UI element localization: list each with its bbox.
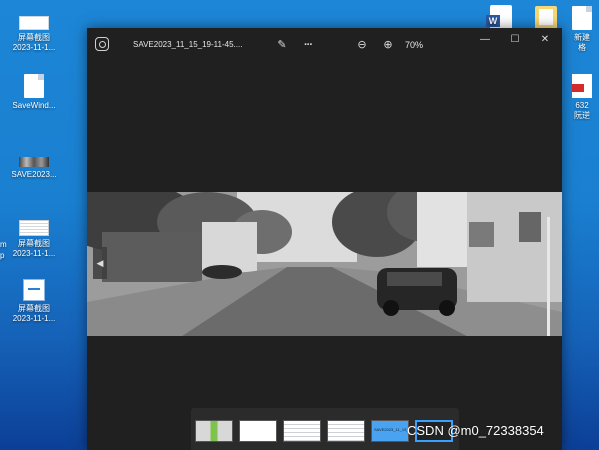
desktop-icon-sublabel: 2023-11-1... xyxy=(12,43,56,52)
desktop-icon-label: SaveWind... xyxy=(12,101,56,110)
window-title: SAVE2023_11_15_19-11-45.... xyxy=(133,40,243,49)
pdf-file-icon xyxy=(572,74,592,98)
desktop-icon-new-item[interactable]: 新建 格 xyxy=(562,6,599,53)
zoom-out-icon[interactable]: ⊖ xyxy=(353,36,371,54)
image-thumbnail-icon xyxy=(19,16,49,30)
minimize-icon[interactable]: — xyxy=(475,33,495,47)
desktop-icon-sublabel: 格 xyxy=(578,43,586,52)
desktop-icon-label: 屏幕截图 xyxy=(18,239,50,248)
desktop-icon-label: SAVE2023... xyxy=(11,170,57,179)
cropped-label: m xyxy=(0,240,7,249)
file-icon xyxy=(572,6,592,30)
file-icon xyxy=(24,74,44,98)
desktop-icon-sublabel: 阮逆 xyxy=(574,111,590,120)
photos-window: SAVE2023_11_15_19-11-45.... ✎ ··· ⊖ ⊕ 70… xyxy=(87,28,562,450)
png-file-icon xyxy=(23,279,45,301)
filmstrip-thumbnail[interactable] xyxy=(327,420,365,442)
desktop-icon-screenshot-3[interactable]: 屏幕截图 2023-11-1... xyxy=(3,279,65,324)
previous-image-icon[interactable]: ◀ xyxy=(93,247,107,279)
street-photo-graphic xyxy=(87,192,562,336)
desktop-icon-label: 屏幕截图 xyxy=(18,33,50,42)
filmstrip-thumbnail[interactable] xyxy=(195,420,233,442)
folder-icon xyxy=(535,6,557,30)
photo-thumbnail-icon xyxy=(19,157,49,167)
filmstrip-thumbnail[interactable] xyxy=(283,420,321,442)
zoom-in-icon[interactable]: ⊕ xyxy=(379,36,397,54)
watermark: CSDN @m0_72338354 xyxy=(407,423,544,438)
cropped-label: p xyxy=(0,251,5,260)
desktop-icon-new-folder[interactable] xyxy=(526,6,566,30)
desktop-icon-label: 632 xyxy=(575,101,589,110)
desktop-icon-screenshot-2[interactable]: 屏幕截图 2023-11-1... xyxy=(3,220,65,259)
filmstrip-thumbnail[interactable]: SAVE2023_11_15_19..._45.png xyxy=(371,420,431,442)
maximize-icon[interactable]: ☐ xyxy=(505,33,525,47)
desktop-icon-screenshot-1[interactable]: 屏幕截图 2023-11-1... xyxy=(3,16,65,53)
displayed-photo xyxy=(87,192,562,336)
desktop-icon-save-image[interactable]: SAVE2023... xyxy=(3,157,65,180)
more-icon[interactable]: ··· xyxy=(299,36,317,54)
desktop-icon-label: 新建 xyxy=(574,33,590,42)
edit-image-icon[interactable]: ✎ xyxy=(273,36,291,54)
filmstrip-thumbnail[interactable] xyxy=(239,420,277,442)
image-thumbnail-icon xyxy=(19,220,49,236)
zoom-level: 70% xyxy=(405,40,424,50)
close-icon[interactable]: ✕ xyxy=(535,33,555,47)
photos-app-icon xyxy=(95,37,109,51)
desktop-icon-savewindow[interactable]: SaveWind... xyxy=(3,74,65,111)
desktop-icon-sublabel: 2023-11-1... xyxy=(12,249,56,258)
desktop-icon-label: 屏幕截图 xyxy=(18,304,50,313)
desktop-icon-sublabel: 2023-11-1... xyxy=(12,314,56,323)
desktop-icon-pdf[interactable]: 632 阮逆 xyxy=(562,74,599,121)
window-titlebar[interactable]: SAVE2023_11_15_19-11-45.... ✎ ··· ⊖ ⊕ 70… xyxy=(87,28,562,62)
